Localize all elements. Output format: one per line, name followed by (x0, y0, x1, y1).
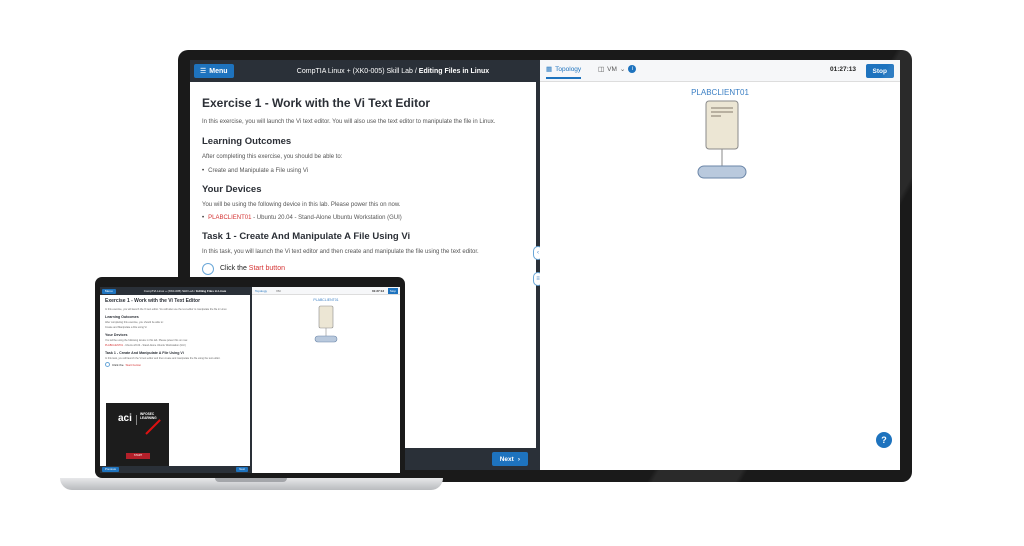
step-prefix: Click the (220, 265, 249, 273)
info-icon[interactable]: i (628, 65, 637, 73)
laptop-step-1: Click the Start button (105, 362, 245, 367)
laptop-topology-pane: Topology VM 01:27:13 Stop PLABCLIENT01 (252, 287, 400, 473)
brand-line-2: LEARNING (140, 415, 157, 420)
laptop-instructions-pane: Menu CompTIA Linux + (XK0-005) Skill Lab… (100, 287, 250, 473)
topology-icon: ▦ (546, 66, 553, 73)
devices-intro: You will be using the following device i… (202, 201, 401, 208)
topology-header: ▦ Topology ◫ VM ⌄ i 01:27:13 Stop (540, 60, 900, 82)
device-item: PLABCLIENT01 - Ubuntu 20.04 - Stand-Alon… (202, 215, 527, 221)
laptop-lab-footer: Previous Next (100, 466, 250, 473)
laptop-task-heading: Task 1 - Create And Manipulate A File Us… (105, 351, 184, 355)
step-check-icon[interactable] (202, 262, 214, 275)
laptop-topology-header: Topology VM 01:27:13 Stop (252, 287, 400, 295)
exercise-title: Exercise 1 - Work with the Vi Text Edito… (202, 96, 431, 110)
monitor-icon: ◫ (598, 66, 605, 73)
lab-title: CompTIA Linux + (XK0-005) Skill Lab / Ed… (190, 68, 536, 75)
server-icon[interactable] (696, 100, 748, 182)
laptop-outcomes-intro: After completing this exercise, you shou… (105, 321, 164, 324)
laptop-devices-intro: You will be using the following device i… (105, 339, 188, 342)
video-start-button[interactable]: START (126, 453, 150, 459)
laptop-lab-content: Exercise 1 - Work with the Vi Text Edito… (105, 298, 245, 367)
laptop-server-icon[interactable] (314, 305, 338, 345)
laptop-start-link[interactable]: Start button (126, 363, 142, 367)
exercise-intro: In this exercise, you will launch the Vi… (202, 119, 496, 125)
laptop-outcomes-heading: Learning Outcomes (105, 315, 139, 319)
laptop-lab-timer: 01:27:13 (371, 289, 384, 293)
stop-button[interactable]: Stop (865, 64, 894, 78)
laptop-device-item: PLABCLIENT01 - Ubuntu 20.04 - Stand-Alon… (105, 344, 245, 347)
step-text: Click the Start button (220, 265, 285, 272)
chevron-down-icon: ⌄ (619, 66, 626, 73)
next-button-label: Next (499, 455, 514, 463)
laptop-device-description: - Ubuntu 20.04 - Stand-Alone Ubuntu Work… (123, 344, 186, 347)
laptop-devices-heading: Your Devices (105, 333, 128, 337)
topology-pane: ▦ Topology ◫ VM ⌄ i 01:27:13 Stop PLABCL… (540, 60, 900, 470)
laptop-tab-topology[interactable]: Topology (255, 289, 267, 293)
next-button[interactable]: Next › (491, 452, 528, 466)
laptop-menu-button[interactable]: Menu (102, 288, 116, 294)
laptop-step-prefix: Click the (112, 362, 124, 367)
laptop-step-check-icon[interactable] (105, 362, 110, 367)
laptop-device-link[interactable]: PLABCLIENT01 (105, 344, 123, 347)
tab-topology[interactable]: ▦ Topology (546, 65, 582, 79)
logo-divider (136, 415, 137, 425)
hamburger-icon: ☰ (200, 68, 207, 75)
laptop-notch (215, 478, 287, 482)
laptop-exercise-title: Exercise 1 - Work with the Vi Text Edito… (105, 298, 201, 304)
outcomes-heading: Learning Outcomes (202, 136, 292, 148)
outcome-item: Create and Manipulate a File using Vi (202, 168, 527, 174)
lab-name: Editing Files in Linux (418, 67, 490, 75)
laptop: Menu CompTIA Linux + (XK0-005) Skill Lab… (95, 277, 405, 478)
help-button[interactable]: ? (876, 432, 892, 448)
arrow-icon (145, 419, 161, 435)
step-1: Click the Start button (202, 262, 527, 275)
device-link[interactable]: PLABCLIENT01 (208, 215, 251, 221)
lab-header: ☰ Menu CompTIA Linux + (XK0-005) Skill L… (190, 60, 536, 82)
tab-topology-label: Topology (555, 65, 582, 73)
laptop-lab-header: Menu CompTIA Linux + (XK0-005) Skill Lab… (100, 287, 250, 295)
menu-button-label: Menu (209, 67, 228, 75)
lab-content: Exercise 1 - Work with the Vi Text Edito… (202, 90, 527, 275)
laptop-exercise-intro: In this exercise, you will launch the Vi… (105, 308, 228, 311)
start-button-link[interactable]: Start button (249, 265, 285, 272)
outcomes-intro: After completing this exercise, you shou… (202, 154, 343, 161)
laptop-device-label[interactable]: PLABCLIENT01 (252, 298, 400, 302)
course-name: CompTIA Linux + (XK0-005) Skill Lab (296, 67, 413, 75)
laptop-lab-title: CompTIA Linux + (XK0-005) Skill Lab / Ed… (100, 289, 250, 293)
lab-timer: 01:27:13 (829, 66, 856, 73)
laptop-previous-button[interactable]: Previous (102, 467, 119, 472)
devices-heading: Your Devices (202, 183, 262, 195)
title-separator: / (414, 67, 417, 75)
devices-list: PLABCLIENT01 - Ubuntu 20.04 - Stand-Alon… (202, 215, 527, 221)
tab-vm-label: VM (607, 65, 617, 73)
laptop-outcome-item: Create and Manipulate a File using Vi (105, 326, 147, 329)
device-label[interactable]: PLABCLIENT01 (540, 88, 900, 97)
task-intro: In this task, you will launch the Vi tex… (202, 249, 479, 256)
menu-button[interactable]: ☰ Menu (194, 64, 234, 78)
laptop-screen: Menu CompTIA Linux + (XK0-005) Skill Lab… (100, 287, 400, 473)
laptop-lab-name: Editing Files in Linux (196, 289, 227, 293)
chevron-right-icon: › (517, 455, 520, 463)
laptop-course-name: CompTIA Linux + (XK0-005) Skill Lab (143, 289, 194, 293)
laptop-task-intro: In this task, you will launch the Vi tex… (105, 357, 221, 360)
infosec-logo: INFOSEC LEARNING (140, 412, 157, 420)
aci-logo: aci (118, 413, 132, 424)
lab-start-video[interactable]: aci INFOSEC LEARNING START (106, 403, 169, 469)
task-heading: Task 1 - Create And Manipulate A File Us… (202, 231, 411, 243)
laptop-stop-button[interactable]: Stop (387, 288, 398, 294)
laptop-tab-vm[interactable]: VM (276, 289, 281, 293)
laptop-next-button[interactable]: Next (236, 467, 248, 472)
device-description: - Ubuntu 20.04 - Stand-Alone Ubuntu Work… (251, 215, 402, 222)
tab-vm[interactable]: ◫ VM ⌄ i (598, 65, 637, 73)
outcomes-list: Create and Manipulate a File using Vi (202, 168, 527, 174)
